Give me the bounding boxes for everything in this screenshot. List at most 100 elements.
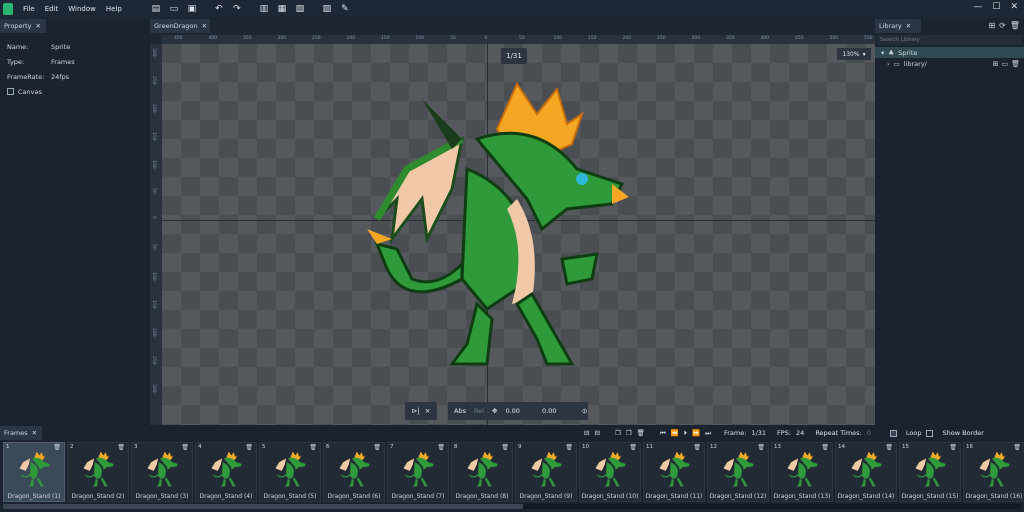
delete-icon[interactable]: 🗑 [181,444,189,451]
open-folder-icon[interactable]: ▭ [168,3,180,15]
frame-thumbnail[interactable]: 13 🗑 Dragon_Stand (13) [771,442,833,502]
frame-thumbnail[interactable]: 1 🗑 Dragon_Stand (1) [3,442,65,502]
export-frames-icon[interactable]: ⊟ [594,429,599,437]
sprite-canvas[interactable]: 1/31 130% ▾ [162,44,875,425]
delete-icon[interactable]: 🗑 [637,429,645,437]
editor-tab[interactable]: GreenDragon ✕ [150,19,210,33]
delete-icon[interactable]: 🗑 [885,444,893,451]
frame-thumbnail[interactable]: 10 🗑 Dragon_Stand (10) [579,442,641,502]
delete-icon[interactable]: 🗑 [373,444,381,451]
save-icon[interactable]: ▣ [186,3,198,15]
frame-thumbnail[interactable]: 4 🗑 Dragon_Stand (4) [195,442,257,502]
import-folder-icon[interactable]: ▦ [276,3,288,15]
first-frame-icon[interactable]: ⏮ [660,429,666,438]
last-frame-icon[interactable]: ⏭ [705,429,711,438]
offset-x[interactable]: 0.00 [505,407,519,415]
close-window-icon[interactable]: ✕ [1010,2,1018,12]
frame-thumbnail[interactable]: 3 🗑 Dragon_Stand (3) [131,442,193,502]
playback-mini-controls[interactable]: ⊳| ⨯ [405,402,437,420]
frames-tab[interactable]: Frames ✕ [0,426,42,440]
export-folder-icon[interactable]: ▧ [294,3,306,15]
frame-thumbnail[interactable]: 2 🗑 Dragon_Stand (2) [67,442,129,502]
next-frame-icon[interactable]: ⏩ [692,429,700,437]
close-icon[interactable]: ✕ [906,22,911,30]
fps-value[interactable]: 24 [796,429,804,437]
copy-icon[interactable]: ❐ [615,429,621,437]
library-item-sprite[interactable]: ▾ ♣ Sprite [875,47,1024,58]
export-file-icon[interactable]: ▨ [321,3,333,15]
delete-icon[interactable]: 🗑 [117,444,125,451]
frame-sprite-image [19,451,50,487]
delete-icon[interactable]: 🗑 [1011,60,1020,68]
menu-help[interactable]: Help [101,5,127,13]
canvas-checkbox-row[interactable]: Canvas [0,84,150,99]
undo-icon[interactable]: ↶ [213,3,225,15]
frame-thumbnail[interactable]: 11 🗑 Dragon_Stand (11) [643,442,705,502]
library-tab[interactable]: Library ✕ [875,19,921,33]
delete-icon[interactable]: 🗑 [309,444,317,451]
flip-horizontal-icon[interactable]: ⊳| [411,407,419,415]
zoom-select[interactable]: 130% ▾ [837,48,871,60]
rel-toggle[interactable]: Rel [474,407,484,415]
maximize-icon[interactable]: ☐ [992,2,1000,12]
new-file-icon[interactable]: ▤ [150,3,162,15]
ruler-tick-label: 300 [691,36,701,41]
frames-scrollbar[interactable] [3,504,1021,509]
redo-icon[interactable]: ↷ [231,3,243,15]
canvas-checkbox[interactable] [7,88,14,95]
frame-thumbnail[interactable]: 6 🗑 Dragon_Stand (6) [323,442,385,502]
add-folder-icon[interactable]: ⊞ [993,60,999,68]
repeat-value[interactable]: 0 [867,429,871,437]
prev-frame-icon[interactable]: ⏪ [671,429,679,437]
delete-icon[interactable]: 🗑 [821,444,829,451]
menu-edit[interactable]: Edit [40,5,64,13]
frame-number: 8 [454,444,458,450]
frame-thumbnail[interactable]: 5 🗑 Dragon_Stand (5) [259,442,321,502]
close-icon[interactable]: ✕ [36,22,41,30]
refresh-icon[interactable]: ⟳ [999,21,1006,30]
frame-thumbnail[interactable]: 9 🗑 Dragon_Stand (9) [515,442,577,502]
close-icon[interactable]: ✕ [32,429,37,437]
frame-thumbnail[interactable]: 16 🗑 Dragon_Stand (16) [963,442,1024,502]
frame-thumbnail[interactable]: 14 🗑 Dragon_Stand (14) [835,442,897,502]
add-library-icon[interactable]: ⊞ [988,21,995,30]
delete-icon[interactable]: 🗑 [437,444,445,451]
offset-y[interactable]: 0.00 [542,407,556,415]
delete-icon[interactable]: 🗑 [1013,444,1021,451]
delete-icon[interactable]: 🗑 [501,444,509,451]
property-tab[interactable]: Property ✕ [0,19,46,33]
frame-thumbnail[interactable]: 12 🗑 Dragon_Stand (12) [707,442,769,502]
menu-window[interactable]: Window [63,5,101,13]
import-image-icon[interactable]: ▥ [258,3,270,15]
chevron-right-icon[interactable]: › [887,60,890,68]
edit-icon[interactable]: ✎ [339,3,351,15]
show-border-checkbox[interactable] [926,429,934,437]
frame-thumbnail[interactable]: 7 🗑 Dragon_Stand (7) [387,442,449,502]
loop-checkbox[interactable] [889,429,897,437]
abs-toggle[interactable]: Abs [454,407,466,415]
paste-icon[interactable]: ❐ [626,429,632,437]
chevron-down-icon[interactable]: ▾ [881,49,884,57]
menu-file[interactable]: File [18,5,40,13]
import-frames-icon[interactable]: ⊟ [584,429,589,437]
frame-thumbnail[interactable]: 8 🗑 Dragon_Stand (8) [451,442,513,502]
delete-icon[interactable]: 🗑 [693,444,701,451]
scrollbar-thumb[interactable] [3,504,523,509]
flip-vertical-icon[interactable]: ⨯ [425,407,431,415]
delete-icon[interactable]: 🗑 [53,444,61,451]
close-icon[interactable]: ✕ [202,22,207,30]
open-folder-icon[interactable]: ▭ [1001,60,1008,68]
delete-icon[interactable]: 🗑 [949,444,957,451]
delete-icon[interactable]: 🗑 [565,444,573,451]
library-search-input[interactable]: Search Library [877,35,1022,45]
move-icon[interactable]: ✥ [492,407,497,415]
delete-icon[interactable]: 🗑 [245,444,253,451]
minimize-icon[interactable]: — [973,2,982,12]
delete-icon[interactable]: 🗑 [1010,21,1020,30]
link-icon[interactable]: ⦶ [582,407,587,416]
delete-icon[interactable]: 🗑 [757,444,765,451]
delete-icon[interactable]: 🗑 [629,444,637,451]
play-icon[interactable]: ⏵ [684,429,687,438]
frame-thumbnail[interactable]: 15 🗑 Dragon_Stand (15) [899,442,961,502]
library-item-folder[interactable]: › ▭ library/⊞ ▭ 🗑 [875,58,1024,69]
